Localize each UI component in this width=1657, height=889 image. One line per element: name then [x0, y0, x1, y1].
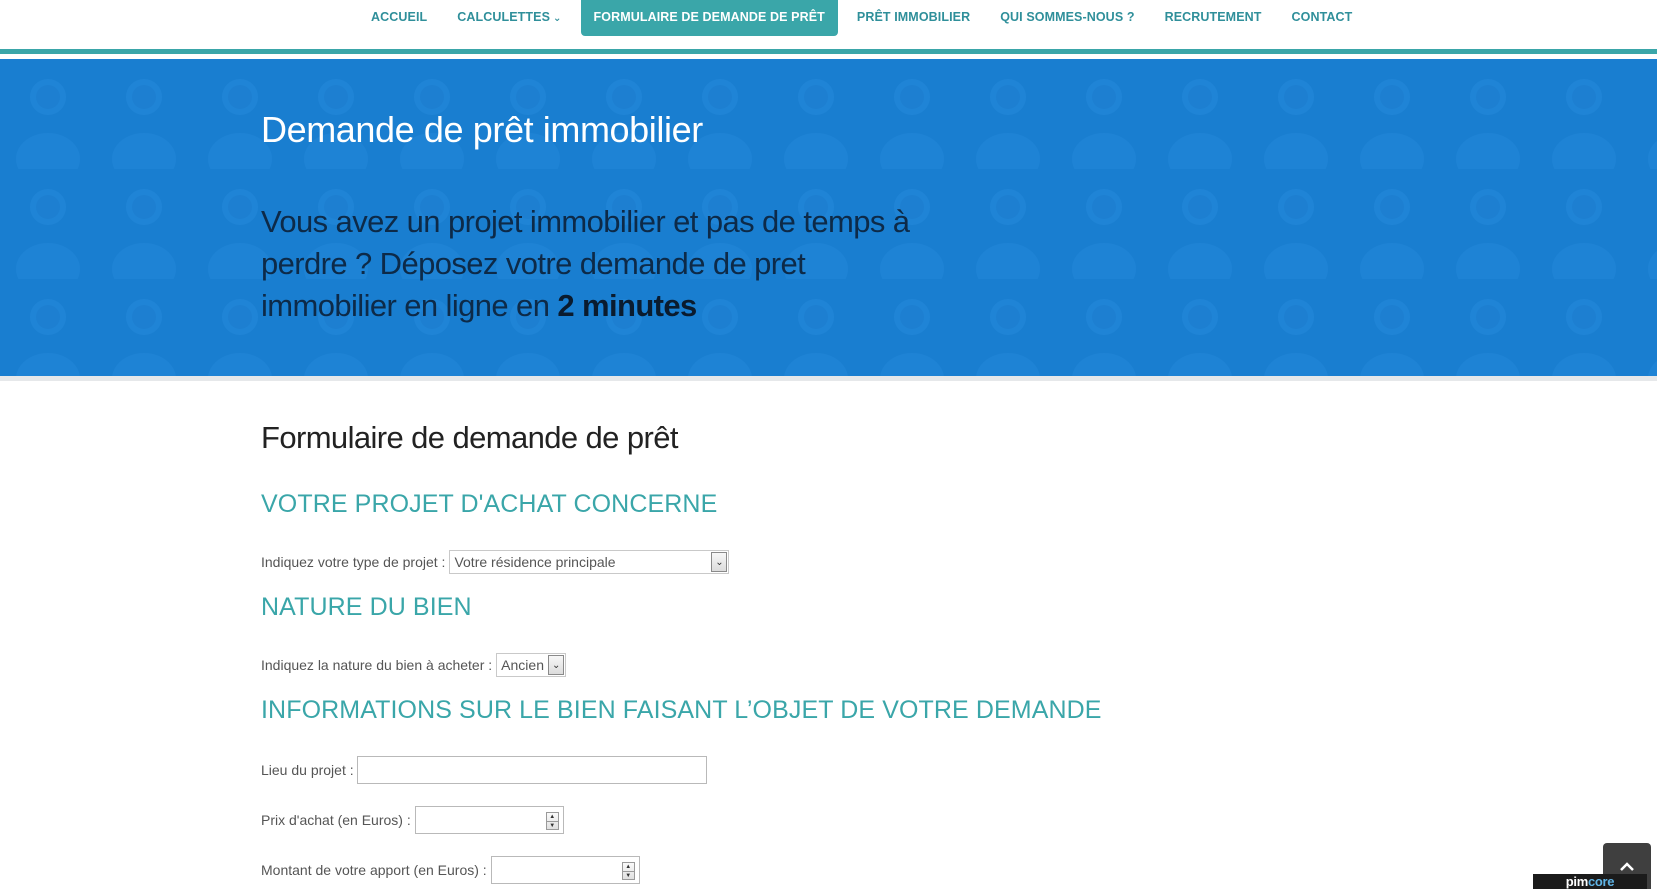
- nav-item-accueil[interactable]: ACCUEIL: [356, 0, 442, 36]
- type-projet-value: Votre résidence principale: [454, 554, 616, 570]
- nature-bien-select[interactable]: Ancien ⌄: [496, 653, 567, 677]
- nav-item-pret-immobilier[interactable]: PRÊT IMMOBILIER: [842, 0, 985, 36]
- chevron-down-icon: ⌄: [711, 552, 728, 572]
- nav-item-contact[interactable]: CONTACT: [1277, 0, 1368, 36]
- hero-title: Demande de prêt immobilier: [261, 109, 703, 150]
- prix-achat-input[interactable]: ▲ ▼: [414, 806, 564, 834]
- pimcore-brand-part2: core: [1587, 874, 1615, 889]
- top-navigation: ACCUEIL CALCULETTES ⌄ FORMULAIRE DE DEMAN…: [0, 0, 1657, 54]
- type-projet-select[interactable]: Votre résidence principale ⌄: [449, 550, 730, 574]
- section-title-informations: INFORMATIONS SUR LE BIEN FAISANT L’OBJET…: [261, 696, 1102, 724]
- field-row-prix: Prix d'achat (en Euros) : ▲ ▼: [261, 806, 564, 834]
- field-row-lieu: Lieu du projet :: [261, 756, 707, 784]
- pimcore-brand-part1: pim: [1565, 874, 1589, 889]
- apport-label: Montant de votre apport (en Euros) :: [261, 862, 487, 878]
- lieu-projet-input[interactable]: [356, 756, 707, 784]
- prix-achat-spinner[interactable]: ▲ ▼: [545, 812, 559, 830]
- field-row-apport: Montant de votre apport (en Euros) : ▲ ▼: [261, 856, 640, 884]
- field-row-type-projet: Indiquez votre type de projet : Votre ré…: [261, 550, 730, 574]
- nav-item-calculettes-label: CALCULETTES: [457, 10, 551, 24]
- nav-menu: ACCUEIL CALCULETTES ⌄ FORMULAIRE DE DEMAN…: [356, 0, 1367, 36]
- nav-item-formulaire[interactable]: FORMULAIRE DE DEMANDE DE PRÊT: [580, 0, 838, 36]
- nature-bien-value: Ancien: [501, 657, 544, 673]
- apport-input[interactable]: ▲ ▼: [490, 856, 640, 884]
- section-title-projet: VOTRE PROJET D'ACHAT CONCERNE: [261, 490, 718, 518]
- pimcore-badge[interactable]: pim core: [1533, 874, 1647, 889]
- spin-down-icon[interactable]: ▼: [546, 821, 558, 830]
- section-title-nature: NATURE DU BIEN: [261, 593, 472, 621]
- spin-down-icon[interactable]: ▼: [622, 871, 634, 880]
- nav-item-calculettes[interactable]: CALCULETTES ⌄: [442, 0, 576, 36]
- field-row-nature-bien: Indiquez la nature du bien à acheter : A…: [261, 653, 567, 677]
- form-title: Formulaire de demande de prêt: [261, 420, 678, 455]
- hero-text: Vous avez un projet immobilier et pas de…: [261, 201, 921, 327]
- spin-up-icon[interactable]: ▲: [547, 813, 558, 821]
- chevron-up-icon: [1620, 862, 1634, 871]
- chevron-down-icon: ⌄: [548, 655, 565, 675]
- spin-up-icon[interactable]: ▲: [623, 863, 634, 871]
- prix-achat-label: Prix d'achat (en Euros) :: [261, 812, 411, 828]
- hero-text-highlight: 2 minutes: [557, 288, 697, 323]
- nav-item-recrutement[interactable]: RECRUTEMENT: [1150, 0, 1277, 36]
- apport-spinner[interactable]: ▲ ▼: [621, 862, 635, 880]
- type-projet-label: Indiquez votre type de projet :: [261, 554, 446, 570]
- nav-item-qui-sommes-nous[interactable]: QUI SOMMES-NOUS ?: [985, 0, 1149, 36]
- lieu-projet-label: Lieu du projet :: [261, 762, 354, 778]
- nature-bien-label: Indiquez la nature du bien à acheter :: [261, 657, 493, 673]
- hero-banner: Demande de prêt immobilier Vous avez un …: [0, 59, 1657, 381]
- chevron-down-icon: ⌄: [553, 13, 562, 24]
